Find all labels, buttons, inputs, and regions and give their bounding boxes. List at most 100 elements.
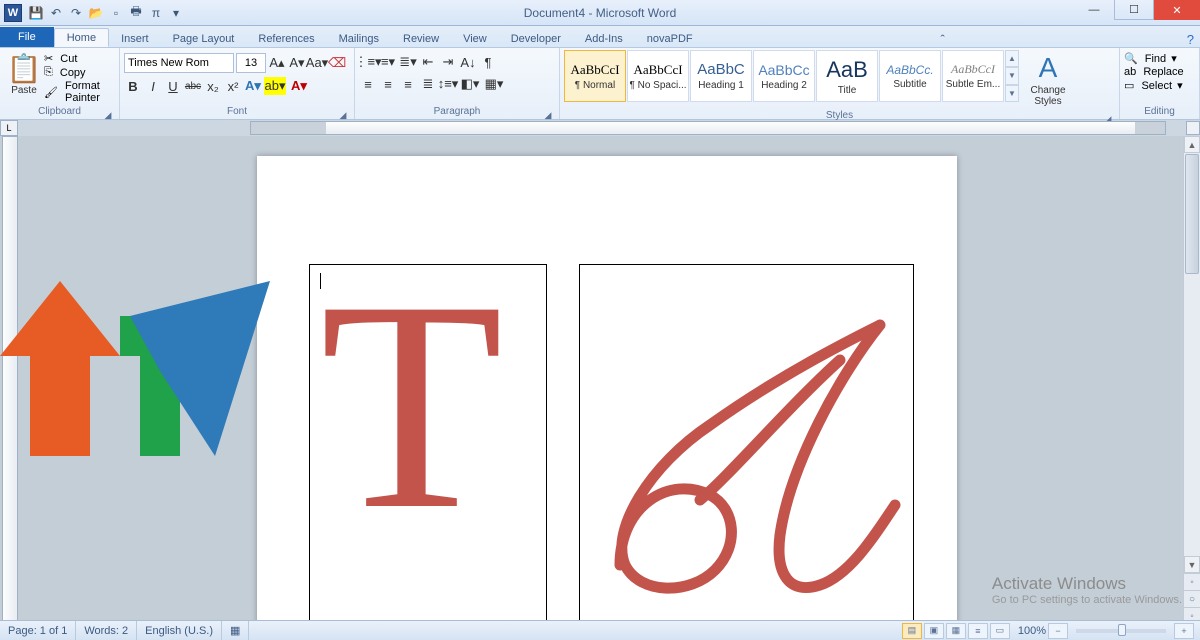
zoom-out-button[interactable]: −: [1048, 623, 1068, 639]
italic-button[interactable]: I: [144, 77, 162, 95]
tab-insert[interactable]: Insert: [109, 30, 161, 47]
style-subtitle[interactable]: AaBbCc.Subtitle: [879, 50, 941, 102]
sort-button[interactable]: A↓: [459, 53, 477, 71]
style-heading-2[interactable]: AaBbCcHeading 2: [753, 50, 815, 102]
style-subtle-em-[interactable]: AaBbCcISubtle Em...: [942, 50, 1004, 102]
strike-button[interactable]: abc: [184, 77, 202, 95]
tab-file[interactable]: File: [0, 27, 54, 47]
status-page[interactable]: Page: 1 of 1: [0, 621, 76, 640]
decrease-indent-button[interactable]: ⇤: [419, 53, 437, 71]
help-icon[interactable]: ?: [1187, 32, 1194, 47]
tab-view[interactable]: View: [451, 30, 499, 47]
text-effects-button[interactable]: A▾: [244, 77, 262, 95]
grow-font-button[interactable]: A▴: [268, 54, 286, 72]
styles-scroll[interactable]: ▲▼▼: [1005, 50, 1019, 102]
tab-novapdf[interactable]: novaPDF: [635, 30, 705, 47]
styles-gallery[interactable]: AaBbCcI¶ NormalAaBbCcI¶ No Spaci...AaBbC…: [564, 50, 1005, 102]
status-macro-icon[interactable]: ▦: [222, 621, 249, 640]
align-right-button[interactable]: ≡: [399, 75, 417, 93]
align-center-button[interactable]: ≡: [379, 75, 397, 93]
tab-mailings[interactable]: Mailings: [327, 30, 391, 47]
shrink-font-button[interactable]: A▾: [288, 54, 306, 72]
vertical-ruler[interactable]: [2, 136, 18, 624]
shading-button[interactable]: ◧▾: [459, 75, 481, 93]
status-words[interactable]: Words: 2: [76, 621, 137, 640]
line-spacing-button[interactable]: ↕≡▾: [439, 75, 457, 93]
view-print-layout-button[interactable]: ▤: [902, 623, 922, 639]
browse-object-icon[interactable]: ○: [1184, 590, 1200, 607]
style-title[interactable]: AaBTitle: [816, 50, 878, 102]
scroll-down-icon[interactable]: ▼: [1184, 556, 1200, 573]
scroll-thumb[interactable]: [1185, 154, 1199, 274]
paragraph-dialog-launcher-icon[interactable]: ◢: [543, 108, 553, 118]
change-styles-button[interactable]: A Change Styles: [1023, 50, 1073, 109]
font-name-input[interactable]: [124, 53, 234, 73]
superscript-button[interactable]: x²: [224, 77, 242, 95]
qat-open-icon[interactable]: 📂: [88, 5, 104, 21]
tab-developer[interactable]: Developer: [499, 30, 573, 47]
styles-more-icon[interactable]: ▼: [1005, 85, 1019, 102]
zoom-level[interactable]: 100%: [1018, 625, 1046, 637]
zoom-in-button[interactable]: +: [1174, 623, 1194, 639]
styles-up-icon[interactable]: ▲: [1005, 50, 1019, 67]
cut-button[interactable]: ✂ Cut: [44, 52, 115, 65]
copy-button[interactable]: ⎘ Copy: [44, 66, 115, 79]
replace-button[interactable]: ab Replace: [1124, 66, 1184, 78]
text-box-2[interactable]: [579, 264, 914, 624]
status-language[interactable]: English (U.S.): [137, 621, 222, 640]
style-heading-1[interactable]: AaBbCHeading 1: [690, 50, 752, 102]
show-marks-button[interactable]: ¶: [479, 53, 497, 71]
bold-button[interactable]: B: [124, 77, 142, 95]
tab-references[interactable]: References: [246, 30, 326, 47]
format-painter-button[interactable]: 🖌 Format Painter: [44, 80, 115, 104]
underline-button[interactable]: U: [164, 77, 182, 95]
borders-button[interactable]: ▦▾: [483, 75, 505, 93]
font-size-input[interactable]: [236, 53, 266, 73]
browse-prev-icon[interactable]: ◦: [1184, 573, 1200, 590]
vertical-scrollbar[interactable]: ▲ ▼ ◦ ○ ◦: [1183, 136, 1200, 624]
font-dialog-launcher-icon[interactable]: ◢: [338, 108, 348, 118]
text-box-1[interactable]: T: [309, 264, 547, 624]
view-full-screen-button[interactable]: ▣: [924, 623, 944, 639]
tab-home[interactable]: Home: [54, 28, 109, 47]
tab-review[interactable]: Review: [391, 30, 451, 47]
qat-print-icon[interactable]: 🖶: [128, 5, 144, 21]
view-draft-button[interactable]: ▭: [990, 623, 1010, 639]
clipboard-dialog-launcher-icon[interactable]: ◢: [103, 108, 113, 118]
styles-down-icon[interactable]: ▼: [1005, 67, 1019, 84]
qat-save-icon[interactable]: 💾: [28, 5, 44, 21]
view-web-button[interactable]: ▦: [946, 623, 966, 639]
scroll-track[interactable]: [1184, 275, 1200, 556]
font-color-button[interactable]: A▾: [288, 77, 310, 95]
increase-indent-button[interactable]: ⇥: [439, 53, 457, 71]
zoom-slider[interactable]: [1076, 629, 1166, 633]
justify-button[interactable]: ≣: [419, 75, 437, 93]
select-button[interactable]: ▭ Select ▾: [1124, 79, 1183, 92]
maximize-button[interactable]: ☐: [1114, 0, 1154, 20]
change-case-button[interactable]: Aa▾: [308, 54, 326, 72]
paste-button[interactable]: 📋 Paste: [4, 50, 44, 98]
qat-new-icon[interactable]: ▫: [108, 5, 124, 21]
qat-undo-icon[interactable]: ↶: [48, 5, 64, 21]
close-button[interactable]: ✕: [1154, 0, 1200, 20]
page[interactable]: T: [257, 156, 957, 624]
bullets-button[interactable]: ⋮≡▾: [359, 53, 377, 71]
tab-selector[interactable]: L: [0, 120, 18, 136]
align-left-button[interactable]: ≡: [359, 75, 377, 93]
ruler-toggle[interactable]: [1186, 121, 1200, 135]
style--normal[interactable]: AaBbCcI¶ Normal: [564, 50, 626, 102]
numbering-button[interactable]: ≡▾: [379, 53, 397, 71]
qat-redo-icon[interactable]: ↷: [68, 5, 84, 21]
multilevel-button[interactable]: ≣▾: [399, 53, 417, 71]
highlight-button[interactable]: ab▾: [264, 77, 286, 95]
zoom-thumb[interactable]: [1118, 624, 1126, 636]
find-button[interactable]: 🔍 Find ▾: [1124, 52, 1177, 65]
clear-formatting-button[interactable]: ⌫: [328, 54, 346, 72]
subscript-button[interactable]: x₂: [204, 77, 222, 95]
style--no-spaci-[interactable]: AaBbCcI¶ No Spaci...: [627, 50, 689, 102]
qat-equation-icon[interactable]: π: [148, 5, 164, 21]
minimize-button[interactable]: —: [1074, 0, 1114, 20]
tab-page-layout[interactable]: Page Layout: [161, 30, 247, 47]
qat-customize-icon[interactable]: ▾: [168, 5, 184, 21]
scroll-up-icon[interactable]: ▲: [1184, 136, 1200, 153]
